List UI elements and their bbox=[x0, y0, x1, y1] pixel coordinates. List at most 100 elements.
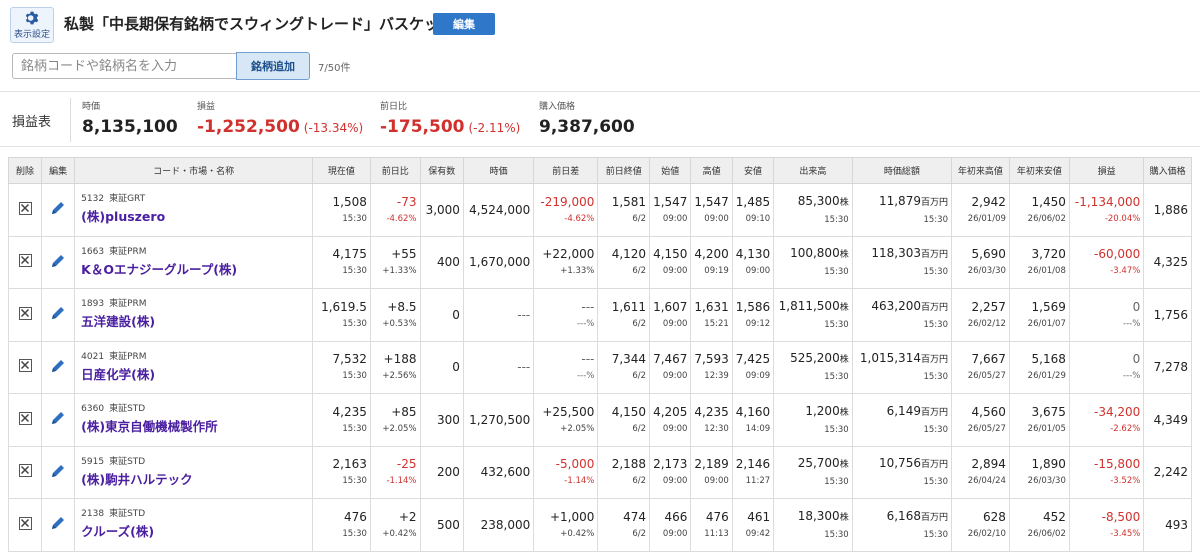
volume-unit: 株 bbox=[839, 250, 849, 261]
table-cell: -34,200 -2.62% bbox=[1068, 393, 1145, 447]
profit-loss: 0 bbox=[1132, 299, 1141, 314]
delete-icon[interactable] bbox=[18, 411, 32, 425]
market-cap-value: 1,015,314 bbox=[859, 351, 921, 366]
stock-code: 1893 bbox=[81, 299, 105, 310]
quantity: 3,000 bbox=[425, 202, 460, 217]
pencil-icon[interactable] bbox=[50, 305, 66, 321]
summary-pct: (-13.34%) bbox=[303, 121, 364, 135]
pencil-icon[interactable] bbox=[50, 253, 66, 269]
table-cell: 7,667 26/05/27 bbox=[950, 340, 1010, 394]
volume: 25,700株 bbox=[777, 455, 849, 473]
table-cell: 2,242 bbox=[1143, 445, 1192, 499]
day-diff: -5,000 bbox=[555, 457, 595, 472]
price-time: 15:30 bbox=[342, 266, 367, 277]
table-cell: +55 +1.33% bbox=[369, 235, 421, 289]
quantity: 0 bbox=[452, 360, 460, 375]
volume-time: 15:30 bbox=[824, 372, 849, 383]
table-cell: -60,000 -3.47% bbox=[1068, 235, 1145, 289]
ytd-low: 1,890 bbox=[1031, 457, 1066, 472]
high-price: 4,200 bbox=[694, 247, 729, 262]
day-diff: -219,000 bbox=[540, 194, 595, 209]
table-cell: 1,619.5 15:30 bbox=[311, 288, 371, 342]
table-cell: --- bbox=[462, 288, 535, 342]
table-cell: +85 +2.05% bbox=[369, 393, 421, 447]
table-cell: 432,600 bbox=[462, 445, 535, 499]
delete-icon[interactable] bbox=[18, 464, 32, 478]
toolbar: 表示設定 私製「中長期保有銘柄でスウィングトレード」バスケット 編集 銘柄追加 … bbox=[0, 0, 1200, 90]
table-cell: +25,500 +2.05% bbox=[533, 393, 599, 447]
delete-icon[interactable] bbox=[18, 516, 32, 530]
edit-button[interactable]: 編集 bbox=[433, 13, 495, 35]
search-input[interactable] bbox=[12, 53, 237, 79]
purchase-price: 2,242 bbox=[1153, 465, 1188, 480]
market-cap-time: 15:30 bbox=[923, 529, 948, 540]
pencil-icon[interactable] bbox=[50, 463, 66, 479]
market-label: 東証PRM bbox=[109, 299, 147, 310]
market-cap-time: 15:30 bbox=[923, 372, 948, 383]
market-cap-cell: 10,756百万円 15:30 bbox=[851, 445, 952, 499]
delete-icon[interactable] bbox=[18, 254, 32, 268]
prev-close-date: 6/2 bbox=[632, 213, 647, 224]
stock-name-link[interactable]: K＆Oエナジーグループ(株) bbox=[81, 261, 309, 279]
profit-loss: -34,200 bbox=[1093, 404, 1141, 419]
display-settings-button[interactable]: 表示設定 bbox=[10, 7, 54, 43]
table-cell: 1,890 26/03/30 bbox=[1008, 445, 1070, 499]
prev-close-date: 6/2 bbox=[632, 371, 647, 382]
ytd-low-date: 26/01/08 bbox=[1027, 266, 1066, 277]
pencil-icon[interactable] bbox=[50, 515, 66, 531]
code-market-line: 1893 東証PRM bbox=[81, 298, 309, 310]
volume-cell: 1,811,500株 15:30 bbox=[773, 288, 853, 342]
open-time: 09:00 bbox=[662, 528, 688, 539]
stock-name-link[interactable]: (株)pluszero bbox=[81, 208, 309, 226]
stock-name-link[interactable]: (株)駒井ハルテック bbox=[81, 471, 309, 489]
ytd-low-date: 26/06/02 bbox=[1027, 213, 1066, 224]
stock-name-link[interactable]: 日産化学(株) bbox=[81, 366, 309, 384]
open-time: 09:00 bbox=[662, 476, 688, 487]
table-cell: 2,894 26/04/24 bbox=[950, 445, 1010, 499]
table-cell: 7,425 09:09 bbox=[731, 340, 775, 394]
table-cell: -25 -1.14% bbox=[369, 445, 421, 499]
table-cell: 7,532 15:30 bbox=[311, 340, 371, 394]
summary-value-text: 8,135,100 bbox=[82, 117, 178, 137]
open-price: 2,173 bbox=[653, 457, 688, 472]
day-change: +188 bbox=[383, 352, 417, 367]
pencil-icon[interactable] bbox=[50, 410, 66, 426]
market-cap-unit: 百万円 bbox=[920, 512, 948, 523]
delete-cell bbox=[7, 183, 43, 237]
prev-close: 474 bbox=[623, 509, 647, 524]
stock-code: 4021 bbox=[81, 351, 105, 362]
open-time: 09:00 bbox=[662, 318, 688, 329]
market-value: 1,270,500 bbox=[469, 412, 531, 427]
pencil-icon[interactable] bbox=[50, 358, 66, 374]
market-cap-time: 15:30 bbox=[923, 477, 948, 488]
ytd-low-date: 26/06/02 bbox=[1027, 528, 1066, 539]
column-header: 前日差 bbox=[533, 157, 599, 184]
stock-name-link[interactable]: (株)東京自働機械製作所 bbox=[81, 418, 309, 436]
delete-icon[interactable] bbox=[18, 359, 32, 373]
low-price: 7,425 bbox=[735, 352, 771, 367]
price-time: 15:30 bbox=[342, 318, 367, 329]
table-cell: 200 bbox=[419, 445, 464, 499]
low-price: 4,130 bbox=[735, 247, 771, 262]
purchase-price: 1,756 bbox=[1153, 307, 1188, 322]
table-cell: 0 ---% bbox=[1068, 340, 1145, 394]
volume-value: 1,200 bbox=[805, 403, 840, 418]
delete-icon[interactable] bbox=[18, 306, 32, 320]
delete-icon[interactable] bbox=[18, 201, 32, 215]
volume-time: 15:30 bbox=[824, 214, 849, 225]
table-cell: +1,000 +0.42% bbox=[533, 498, 599, 552]
low-time: 09:09 bbox=[745, 371, 771, 382]
summary-value: 8,135,100 bbox=[82, 117, 178, 137]
portfolio-table-wrap: 削除 編集 コード・市場・名称 現在値 前日比 保有数 時価 前日差 前日終値 始値 高値 安値 出来高… bbox=[7, 157, 1192, 552]
table-cell: 7,467 09:00 bbox=[649, 340, 692, 394]
basket-title: 私製「中長期保有銘柄でスウィングトレード」バスケット bbox=[64, 15, 455, 33]
table-cell: 4,120 6/2 bbox=[597, 235, 651, 289]
stock-name-link[interactable]: クルーズ(株) bbox=[81, 523, 309, 541]
pencil-icon[interactable] bbox=[50, 200, 66, 216]
stock-name-link[interactable]: 五洋建設(株) bbox=[81, 313, 309, 331]
stock-count: 7/50件 bbox=[318, 63, 351, 74]
day-diff-pct: ---% bbox=[577, 318, 595, 329]
quantity: 300 bbox=[437, 412, 460, 427]
volume: 1,200株 bbox=[777, 403, 848, 421]
add-stock-button[interactable]: 銘柄追加 bbox=[236, 52, 310, 80]
